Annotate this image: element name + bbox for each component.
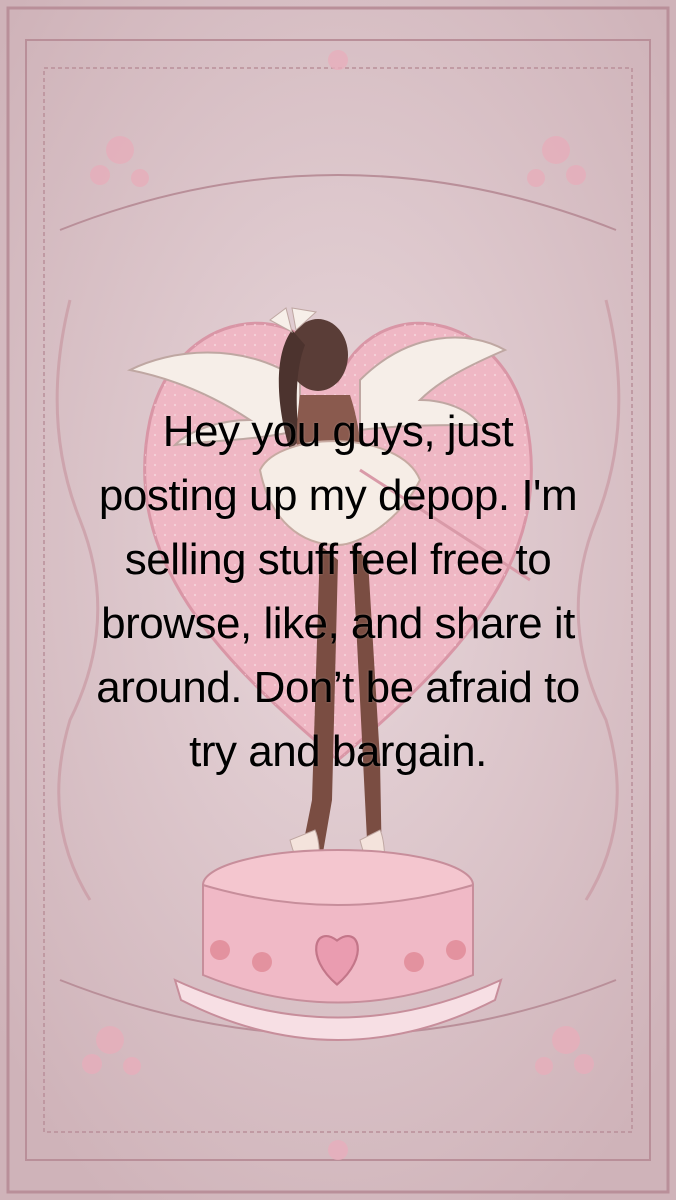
caption-line: selling stuff feel free to [124,535,552,584]
caption-line: browse, like, and share it [101,599,575,648]
wallpaper-canvas: Hey you guys, just posting up my depop. … [0,0,676,1200]
caption-line: posting up my depop. I'm [98,471,578,520]
caption-line: try and bargain. [189,727,487,776]
caption-line: around. Don’t be afraid to [96,663,580,712]
caption-line: Hey you guys, just [162,407,514,456]
caption-text: Hey you guys, just posting up my depop. … [30,400,646,784]
